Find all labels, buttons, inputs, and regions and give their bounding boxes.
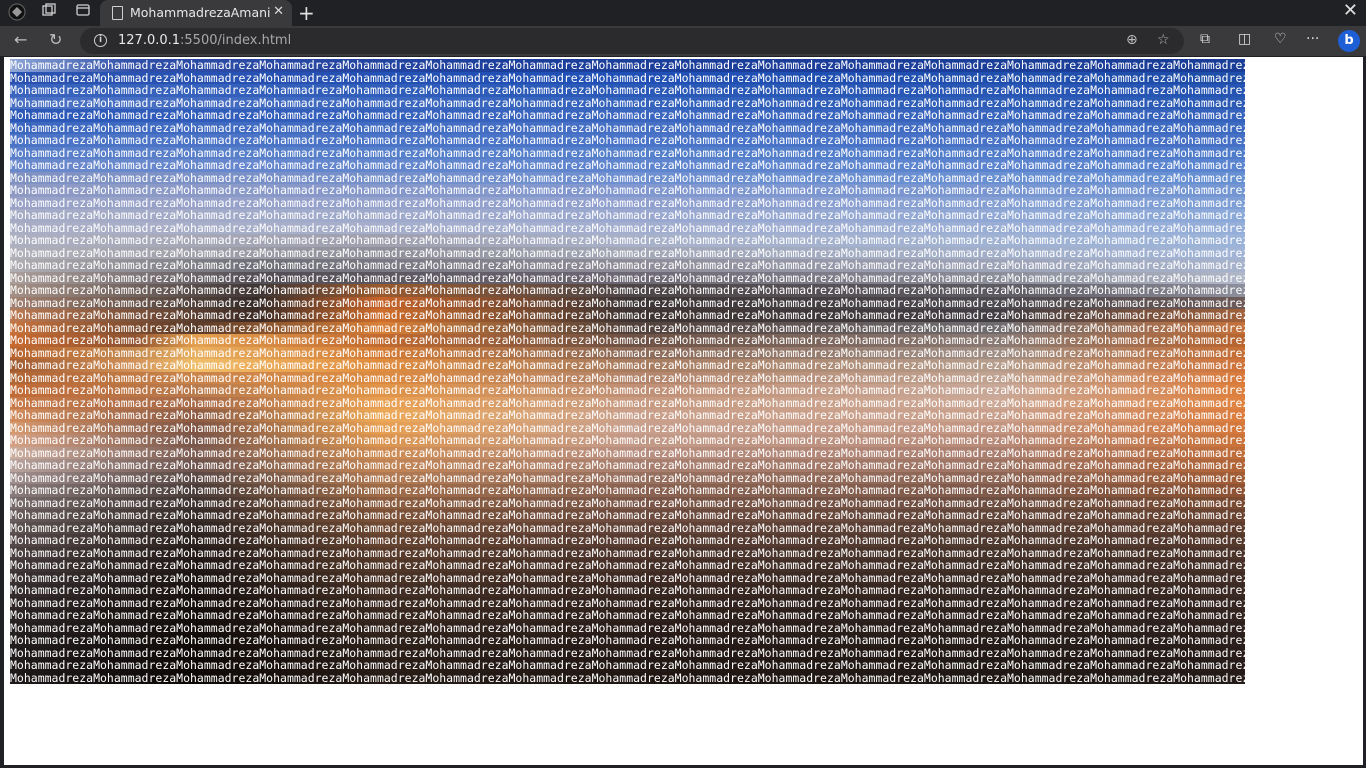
text-art-row: MohammadrezaMohammadrezaMohammadrezaMoha… (10, 109, 1245, 122)
text-art-row: MohammadrezaMohammadrezaMohammadrezaMoha… (10, 321, 1245, 334)
browser-toolbar: ← ↻ i 127.0.0.1:5500/index.html ⊕ ☆ ⧉ ◫ … (0, 26, 1366, 56)
text-art-row: MohammadrezaMohammadrezaMohammadrezaMoha… (10, 234, 1245, 247)
text-art-row: MohammadrezaMohammadrezaMohammadrezaMoha… (10, 646, 1245, 659)
text-art-row: MohammadrezaMohammadrezaMohammadrezaMoha… (10, 309, 1245, 322)
text-art-image: MohammadrezaMohammadrezaMohammadrezaMoha… (10, 59, 1245, 687)
text-art-row: MohammadrezaMohammadrezaMohammadrezaMoha… (10, 346, 1245, 359)
text-art-row: MohammadrezaMohammadrezaMohammadrezaMoha… (10, 359, 1245, 372)
workspaces-icon[interactable] (38, 3, 60, 23)
url-text[interactable]: 127.0.0.1:5500/index.html (118, 33, 291, 48)
text-art-row: MohammadrezaMohammadrezaMohammadrezaMoha… (10, 571, 1245, 584)
text-art-row: MohammadrezaMohammadrezaMohammadrezaMoha… (10, 671, 1245, 684)
text-art-row: MohammadrezaMohammadrezaMohammadrezaMoha… (10, 546, 1245, 559)
text-art-row: MohammadrezaMohammadrezaMohammadrezaMoha… (10, 471, 1245, 484)
text-art-row: MohammadrezaMohammadrezaMohammadrezaMoha… (10, 384, 1245, 397)
text-art-row: MohammadrezaMohammadrezaMohammadrezaMoha… (10, 196, 1245, 209)
page-viewport: MohammadrezaMohammadrezaMohammadrezaMoha… (4, 57, 1363, 765)
window-close-button[interactable]: ✕ (1343, 0, 1358, 21)
text-art-row: MohammadrezaMohammadrezaMohammadrezaMoha… (10, 134, 1245, 147)
text-art-row: MohammadrezaMohammadrezaMohammadrezaMoha… (10, 271, 1245, 284)
text-art-row: MohammadrezaMohammadrezaMohammadrezaMoha… (10, 171, 1245, 184)
plus-icon[interactable]: + (298, 1, 315, 25)
tab-actions-icon[interactable] (72, 3, 94, 23)
tab-title: MohammadrezaAmani (130, 5, 271, 20)
text-art-row: MohammadrezaMohammadrezaMohammadrezaMoha… (10, 484, 1245, 497)
text-art-row: MohammadrezaMohammadrezaMohammadrezaMoha… (10, 159, 1245, 172)
text-art-row: MohammadrezaMohammadrezaMohammadrezaMoha… (10, 284, 1245, 297)
close-icon[interactable]: ✕ (273, 4, 284, 19)
back-icon[interactable]: ← (14, 30, 27, 50)
text-art-row: MohammadrezaMohammadrezaMohammadrezaMoha… (10, 609, 1245, 622)
extensions-icon[interactable]: ⧉ (1200, 31, 1210, 47)
text-art-row: MohammadrezaMohammadrezaMohammadrezaMoha… (10, 409, 1245, 422)
text-art-row: MohammadrezaMohammadrezaMohammadrezaMoha… (10, 621, 1245, 634)
text-art-row: MohammadrezaMohammadrezaMohammadrezaMoha… (10, 521, 1245, 534)
browser-essentials-icon[interactable]: ♡ (1274, 31, 1287, 47)
favorite-icon[interactable]: ☆ (1157, 32, 1170, 48)
text-art-row: MohammadrezaMohammadrezaMohammadrezaMoha… (10, 659, 1245, 672)
text-art-row: MohammadrezaMohammadrezaMohammadrezaMoha… (10, 584, 1245, 597)
text-art-row: MohammadrezaMohammadrezaMohammadrezaMoha… (10, 146, 1245, 159)
text-art-row: MohammadrezaMohammadrezaMohammadrezaMoha… (10, 221, 1245, 234)
tab-strip: MohammadrezaAmani ✕ + ✕ (0, 0, 1366, 26)
text-art-row: MohammadrezaMohammadrezaMohammadrezaMoha… (10, 459, 1245, 472)
text-art-row: MohammadrezaMohammadrezaMohammadrezaMoha… (10, 296, 1245, 309)
text-art-row: MohammadrezaMohammadrezaMohammadrezaMoha… (10, 396, 1245, 409)
text-art-row: MohammadrezaMohammadrezaMohammadrezaMoha… (10, 246, 1245, 259)
text-art-row: MohammadrezaMohammadrezaMohammadrezaMoha… (10, 209, 1245, 222)
text-art-row: MohammadrezaMohammadrezaMohammadrezaMoha… (10, 334, 1245, 347)
zoom-icon[interactable]: ⊕ (1126, 32, 1138, 48)
text-art-row: MohammadrezaMohammadrezaMohammadrezaMoha… (10, 559, 1245, 572)
text-art-row: MohammadrezaMohammadrezaMohammadrezaMoha… (10, 84, 1245, 97)
page-icon (112, 6, 123, 20)
text-art-row: MohammadrezaMohammadrezaMohammadrezaMoha… (10, 371, 1245, 384)
text-art-row: MohammadrezaMohammadrezaMohammadrezaMoha… (10, 446, 1245, 459)
text-art-row: MohammadrezaMohammadrezaMohammadrezaMoha… (10, 534, 1245, 547)
text-art-row: MohammadrezaMohammadrezaMohammadrezaMoha… (10, 434, 1245, 447)
more-icon[interactable]: ··· (1306, 31, 1319, 47)
copilot-icon[interactable]: b (1338, 30, 1360, 52)
text-art-row: MohammadrezaMohammadrezaMohammadrezaMoha… (10, 96, 1245, 109)
url-host: 127.0.0.1 (118, 33, 181, 48)
text-art-row: MohammadrezaMohammadrezaMohammadrezaMoha… (10, 259, 1245, 272)
text-art-row: MohammadrezaMohammadrezaMohammadrezaMoha… (10, 596, 1245, 609)
info-icon[interactable]: i (94, 34, 107, 47)
url-path: :5500/index.html (180, 33, 292, 48)
reload-icon[interactable]: ↻ (49, 30, 62, 50)
text-art-row: MohammadrezaMohammadrezaMohammadrezaMoha… (10, 121, 1245, 134)
text-art-row: MohammadrezaMohammadrezaMohammadrezaMoha… (10, 59, 1245, 72)
text-art-row: MohammadrezaMohammadrezaMohammadrezaMoha… (10, 509, 1245, 522)
split-screen-icon[interactable]: ◫ (1238, 31, 1251, 47)
text-art-row: MohammadrezaMohammadrezaMohammadrezaMoha… (10, 71, 1245, 84)
text-art-row: MohammadrezaMohammadrezaMohammadrezaMoha… (10, 421, 1245, 434)
text-art-row: MohammadrezaMohammadrezaMohammadrezaMoha… (10, 184, 1245, 197)
text-art-row: MohammadrezaMohammadrezaMohammadrezaMoha… (10, 634, 1245, 647)
browser-logo-icon[interactable] (6, 3, 28, 23)
text-art-row: MohammadrezaMohammadrezaMohammadrezaMoha… (10, 496, 1245, 509)
tab-active[interactable]: MohammadrezaAmani ✕ (100, 0, 292, 26)
address-bar[interactable]: i 127.0.0.1:5500/index.html ⊕ ☆ (80, 28, 1184, 54)
